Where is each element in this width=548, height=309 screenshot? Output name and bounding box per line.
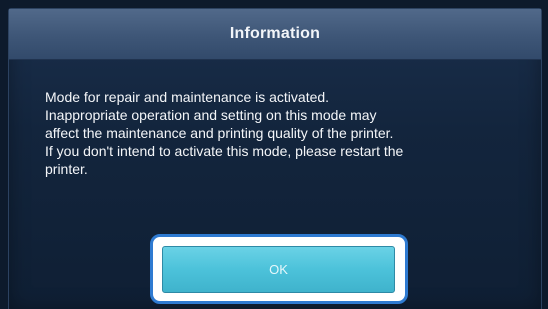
message-line: Mode for repair and maintenance is activ… [45,89,330,105]
message-line: printer. [45,161,88,177]
ok-button[interactable]: OK [162,246,395,293]
message-line: Inappropriate operation and setting on t… [45,107,377,123]
message-line: If you don't intend to activate this mod… [45,143,404,159]
dialog-message: Mode for repair and maintenance is activ… [45,88,515,178]
message-line: affect the maintenance and printing qual… [45,125,394,141]
dialog-title-bar: Information [9,9,541,60]
dialog-title: Information [229,25,321,42]
printer-screen: Information Mode for repair and maintena… [0,0,548,309]
